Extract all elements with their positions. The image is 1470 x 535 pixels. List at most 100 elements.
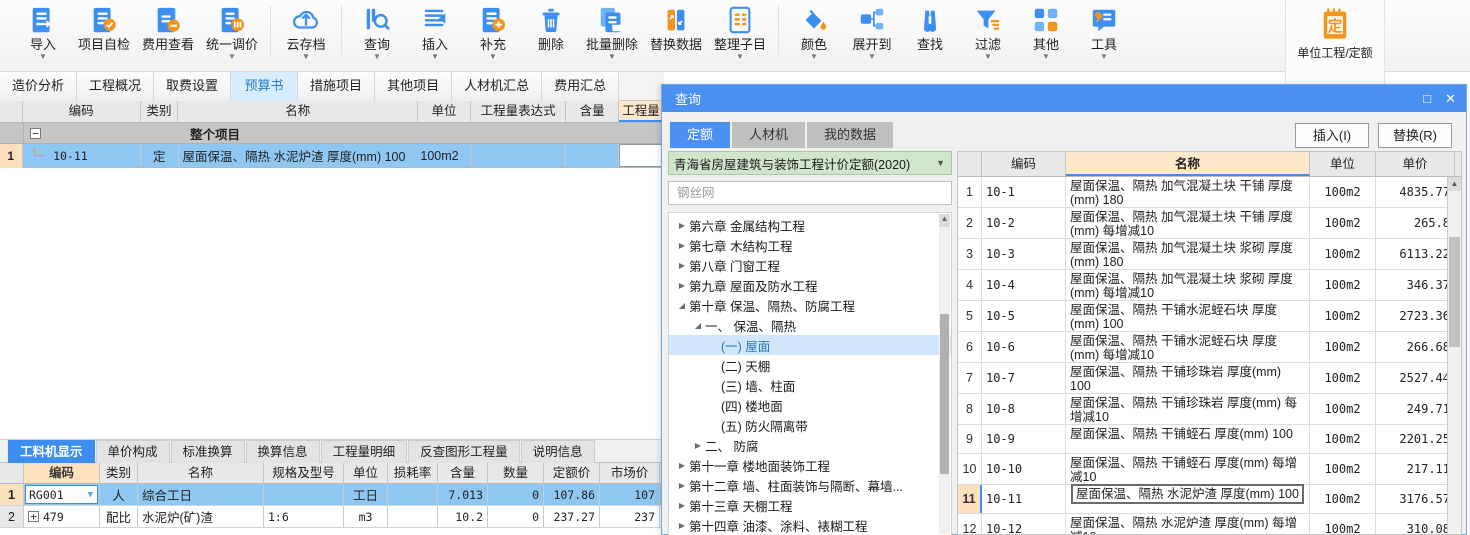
tree-node[interactable]: (一) 屋面 (669, 335, 951, 355)
col-name[interactable]: 名称 (178, 101, 419, 122)
toolbar-button-tools[interactable]: 工具 ▼ (1075, 3, 1133, 62)
group-expander-cell[interactable]: − (24, 123, 150, 143)
tree-node[interactable]: (二) 天棚 (669, 355, 951, 375)
bcol-market-price[interactable]: 市场价 (600, 463, 660, 483)
chevron-down-icon[interactable]: ▼ (984, 53, 992, 62)
row-name-cell[interactable]: 屋面保温、隔热 干铺蛭石 厚度(mm) 每增减10 (1066, 454, 1310, 484)
tree-node[interactable]: (四) 楼地面 (669, 395, 951, 415)
bcol-category[interactable]: 类别 (100, 463, 138, 483)
row-quantity[interactable]: 0 (488, 484, 544, 505)
tree-node[interactable]: ◢ 第十章 保温、隔热、防腐工程 (669, 295, 951, 315)
table-row[interactable]: 1 RG001 ▼ 人 综合工日 工日 7.013 0 107.86 107 (0, 484, 664, 506)
table-row[interactable]: 1 └─ 10-11 定 屋面保温、隔热 水泥炉渣 厚度(mm) 100 100… (0, 143, 664, 168)
dialog-tab-我的数据[interactable]: 我的数据 (807, 122, 894, 148)
tree-scroll-thumb[interactable] (940, 314, 949, 474)
replace-button[interactable]: 替换(R) (1378, 122, 1452, 148)
table-row[interactable]: 1210-12屋面保温、隔热 水泥炉渣 厚度(mm) 每增减10 100m2310… (958, 514, 1461, 534)
grid-group-row[interactable]: − 整个项目 (0, 123, 664, 144)
tab-工程量明细[interactable]: 工程量明细 (320, 440, 408, 463)
tree-node[interactable]: (三) 墙、柱面 (669, 375, 951, 395)
chevron-right-icon[interactable]: ▶ (675, 221, 689, 230)
maximize-icon[interactable]: □ (1423, 91, 1431, 106)
tab-预算书[interactable]: 预算书 (231, 72, 299, 101)
tree-node[interactable]: (五) 防火隔离带 (669, 415, 951, 435)
row-loss-rate[interactable] (388, 506, 438, 527)
chevron-down-icon[interactable]: ▼ (228, 53, 236, 62)
toolbar-button-others-grid[interactable]: 其他 ▼ (1017, 3, 1075, 62)
row-name-cell[interactable]: 屋面保温、隔热 干铺水泥蛭石块 厚度(mm) 100 (1066, 301, 1310, 331)
toolbar-button-batch-delete[interactable]: 批量删除 ▼ (580, 3, 644, 62)
toolbar-button-unified-price[interactable]: 统一调价 ▼ (200, 3, 264, 62)
chevron-right-icon[interactable]: ▶ (675, 241, 689, 250)
chevron-right-icon[interactable]: ▶ (691, 441, 705, 450)
tab-工程概况[interactable]: 工程概况 (77, 72, 155, 101)
chevron-right-icon[interactable]: ▶ (675, 501, 689, 510)
tree-node[interactable]: ▶ 第七章 木结构工程 (669, 235, 951, 255)
row-name-cell[interactable]: 屋面保温、隔热 干铺珍珠岩 厚度(mm) 100 (1066, 363, 1310, 393)
bcol-code[interactable]: 编码 (24, 463, 100, 483)
row-spec[interactable] (264, 484, 344, 505)
tree-node[interactable]: ▶ 第十三章 天棚工程 (669, 495, 951, 515)
chevron-down-icon[interactable]: ▼ (736, 53, 744, 62)
row-code-cell[interactable]: + 479 (24, 506, 100, 527)
bcol-quantity[interactable]: 数量 (488, 463, 544, 483)
table-row[interactable]: 10 10-10 屋面保温、隔热 干铺蛭石 厚度(mm) 每增减10 100m2 217… (958, 454, 1461, 485)
tab-措施项目[interactable]: 措施项目 (298, 72, 376, 101)
row-quantity[interactable]: 0 (488, 506, 544, 527)
tab-人材机汇总[interactable]: 人材机汇总 (452, 72, 543, 101)
row-quota-price[interactable]: 237.27 (544, 506, 600, 527)
search-input[interactable] (675, 185, 951, 201)
toolbar-button-cloud-upload[interactable]: 云存档 ▼ (277, 3, 335, 62)
row-market-price[interactable]: 237 (600, 506, 660, 527)
rcol-name[interactable]: 名称 (1066, 152, 1310, 176)
chevron-down-icon[interactable]: ▼ (431, 53, 439, 62)
chevron-down-icon[interactable]: ▼ (39, 53, 47, 62)
row-quota-price[interactable]: 107.86 (544, 484, 600, 505)
rcol-code[interactable]: 编码 (982, 152, 1066, 176)
table-row[interactable]: 2 10-2 屋面保温、隔热 加气混凝土块 干铺 厚度(mm) 每增减10 100m2… (958, 208, 1461, 239)
toolbar-button-insert[interactable]: 插入 ▼ (406, 3, 464, 62)
chevron-right-icon[interactable]: ▶ (675, 461, 689, 470)
row-name-cell[interactable]: 屋面保温、隔热 加气混凝土块 浆砌 厚度(mm) 每增减10 (1066, 270, 1310, 300)
toolbar-button-filter-funnel[interactable]: 过滤 ▼ (959, 3, 1017, 62)
chevron-down-icon[interactable]: ◢ (691, 321, 705, 330)
chevron-down-icon[interactable]: ▼ (302, 53, 310, 62)
row-content[interactable] (566, 144, 619, 167)
row-loss-rate[interactable] (388, 484, 438, 505)
tab-造价分析[interactable]: 造价分析 (0, 72, 78, 101)
bcol-unit[interactable]: 单位 (344, 463, 388, 483)
bcol-content[interactable]: 含量 (438, 463, 488, 483)
row-code-combo[interactable]: RG001 ▼ (24, 484, 100, 505)
tree-scrollbar[interactable]: ▲ (939, 214, 950, 534)
close-icon[interactable]: ✕ (1445, 91, 1456, 107)
row-market-price[interactable]: 107 (600, 484, 660, 505)
toolbar-button-self-check[interactable]: 项目自检▼ (72, 3, 136, 62)
row-name-cell[interactable]: 屋面保温、隔热 干铺珍珠岩 厚度(mm) 每增减10 (1066, 394, 1310, 424)
table-row[interactable]: 8 10-8 屋面保温、隔热 干铺珍珠岩 厚度(mm) 每增减10 100m2 249.… (958, 394, 1461, 425)
row-content[interactable]: 10.2 (438, 506, 488, 527)
table-row[interactable]: 5 10-5 屋面保温、隔热 干铺水泥蛭石块 厚度(mm) 100 100m2 2723… (958, 301, 1461, 332)
tab-费用汇总[interactable]: 费用汇总 (542, 72, 620, 101)
row-qty-expression[interactable] (471, 144, 567, 167)
table-row[interactable]: 4 10-4 屋面保温、隔热 加气混凝土块 浆砌 厚度(mm) 每增减10 100m2… (958, 270, 1461, 301)
results-scrollbar[interactable]: ▲ (1447, 177, 1461, 534)
row-name-cell[interactable]: 屋面保温、隔热 干铺水泥蛭石块 厚度(mm) 每增减10 (1066, 332, 1310, 362)
col-code[interactable]: 编码 (22, 101, 141, 122)
tab-取费设置[interactable]: 取费设置 (154, 72, 232, 101)
col-category[interactable]: 类别 (140, 101, 179, 122)
tree-node[interactable]: ◢ 一、 保温、隔热 (669, 315, 951, 335)
chevron-down-icon[interactable]: ▼ (608, 53, 616, 62)
row-code-cell[interactable]: └─ 10-11 (23, 144, 142, 167)
col-unit[interactable]: 单位 (418, 101, 471, 122)
toolbar-button-import[interactable]: 导入 ▼ (14, 3, 72, 62)
bcol-quota-price[interactable]: 定额价 (544, 463, 600, 483)
tree-node[interactable]: ▶ 第十一章 楼地面装饰工程 (669, 455, 951, 475)
chevron-right-icon[interactable]: ▶ (675, 261, 689, 270)
tree-node[interactable]: ▶ 第九章 屋面及防水工程 (669, 275, 951, 295)
row-name-cell[interactable]: 屋面保温、隔热 加气混凝土块 干铺 厚度(mm) 180 (1066, 177, 1310, 207)
col-content[interactable]: 含量 (566, 101, 619, 122)
row-spec[interactable]: 1:6 (264, 506, 344, 527)
tab-工料机显示[interactable]: 工料机显示 (8, 440, 95, 463)
toolbar-button-find-binoculars[interactable]: 查找▼ (901, 3, 959, 62)
row-name-cell[interactable]: 屋面保温、隔热 加气混凝土块 干铺 厚度(mm) 每增减10 (1066, 208, 1310, 238)
